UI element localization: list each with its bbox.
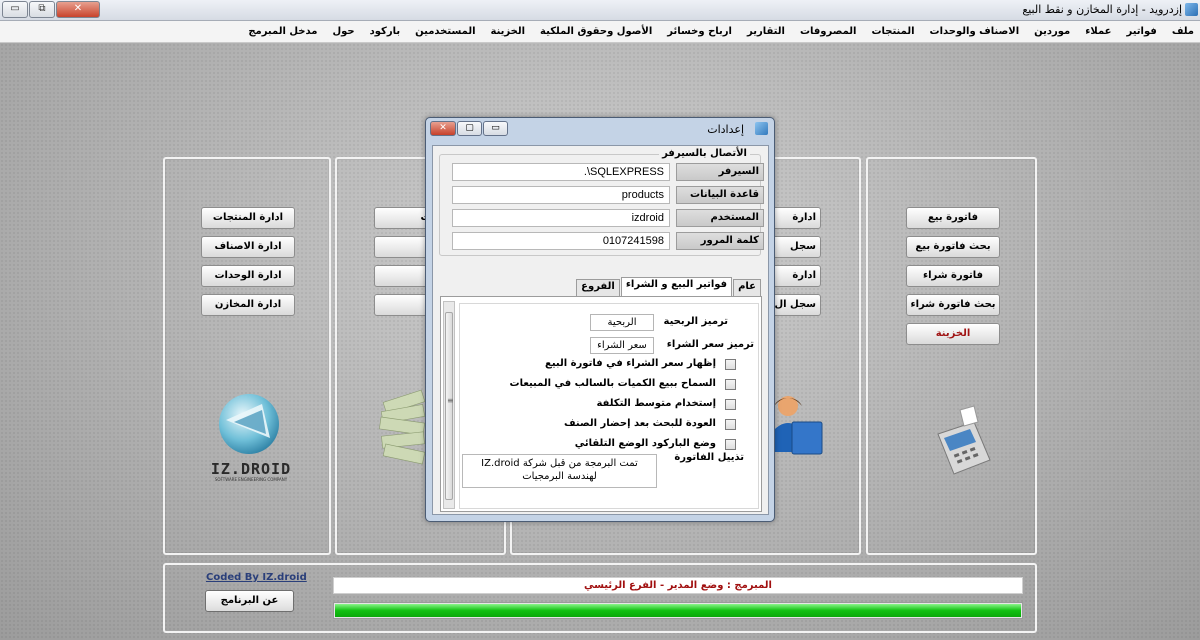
- treasury-button[interactable]: الخزينة: [906, 323, 1000, 345]
- settings-dialog-title-bar: إعدادات ✕ ▢ ▭: [426, 118, 774, 140]
- pos-terminal-icon: [930, 404, 996, 484]
- dialog-maximize-button[interactable]: ▢: [457, 121, 482, 136]
- average-cost-label: إستخدام متوسط التكلفة: [596, 398, 716, 409]
- tab-general[interactable]: عام: [733, 279, 761, 296]
- purchase-price-code-label: ترميز سعر الشراء: [666, 339, 754, 350]
- return-to-search-checkbox[interactable]: [725, 419, 736, 430]
- auto-barcode-label: وضع الباركود الوضع التلقائي: [574, 438, 716, 449]
- settings-dialog-title: إعدادات: [707, 123, 744, 136]
- tab-invoices[interactable]: فواتير البيع و الشراء: [620, 277, 733, 296]
- password-label: كلمة المرور: [676, 232, 764, 250]
- return-to-search-label: العودة للبحث بعد إحضار الصنف: [564, 418, 716, 429]
- settings-dialog-controls: ✕ ▢ ▭: [430, 121, 509, 136]
- menu-barcode[interactable]: باركود: [370, 26, 400, 37]
- menu-categories-units[interactable]: الاصناف والوحدات: [930, 26, 1020, 37]
- progress-fill: [335, 604, 1021, 617]
- settings-tabs: عام فواتير البيع و الشراء الفروع: [575, 277, 761, 296]
- menu-suppliers[interactable]: موردين: [1034, 26, 1070, 37]
- menu-file[interactable]: ملف: [1172, 26, 1194, 37]
- window-title-bar: إزدرويد - إدارة المخازن و نقط البيع ▭ ⧉ …: [0, 0, 1200, 21]
- settings-dialog: إعدادات ✕ ▢ ▭ الأتصال بالسيرفر السيرفر ق…: [425, 117, 775, 522]
- invoice-footer-label: تذييل الفاتورة: [674, 452, 744, 463]
- show-purchase-price-label: إظهار سعر الشراء في فاتورة البيع: [544, 358, 716, 369]
- loading-progress-bar: [333, 602, 1023, 619]
- search-purchase-invoice-button[interactable]: بحث فاتورة شراء: [906, 294, 1000, 316]
- tab-branches[interactable]: الفروع: [576, 279, 620, 296]
- coded-by-link[interactable]: Coded By IZ.droid: [206, 572, 307, 583]
- manage-categories-button[interactable]: ادارة الاصناف: [201, 236, 295, 258]
- menu-developer-entry[interactable]: مدخل المبرمج: [248, 26, 317, 37]
- invoices-tab-page: ≡ ترميز الربحية الربحية ترميز سعر الشراء…: [440, 296, 762, 512]
- allow-negative-qty-label: السماح ببيع الكميات بالسالب في المبيعات: [509, 378, 716, 389]
- menu-invoices[interactable]: فواتير: [1127, 26, 1157, 37]
- invoice-footer-textarea[interactable]: تمت البرمجة من قبل شركة IZ.droid لهندسة …: [462, 454, 657, 488]
- manage-stores-button[interactable]: ادارة المخازن: [201, 294, 295, 316]
- menu-about[interactable]: حول: [332, 26, 354, 37]
- manage-units-button[interactable]: ادارة الوحدات: [201, 265, 295, 287]
- user-status-bar: المبرمج : وضع المدير - الفرع الرئيسي: [333, 577, 1023, 594]
- average-cost-checkbox[interactable]: [725, 399, 736, 410]
- restore-button[interactable]: ⧉: [29, 1, 55, 18]
- dialog-minimize-button[interactable]: ▭: [483, 121, 508, 136]
- scrollbar-thumb[interactable]: ≡: [445, 312, 454, 500]
- menu-treasury[interactable]: الخزينة: [491, 26, 526, 37]
- logo-tagline: SOFTWARE ENGINEERING COMPANY: [214, 477, 288, 482]
- purchase-invoice-button[interactable]: فاتورة شراء: [906, 265, 1000, 287]
- menu-customers[interactable]: عملاء: [1085, 26, 1111, 37]
- password-input[interactable]: [452, 232, 670, 250]
- app-icon: [1185, 3, 1198, 16]
- menu-expenses[interactable]: المصروفات: [800, 26, 857, 37]
- server-connection-group: الأتصال بالسيرفر السيرفر قاعدة البيانات …: [439, 148, 764, 256]
- window-controls: ▭ ⧉ ✕: [2, 1, 101, 18]
- server-label: السيرفر: [676, 163, 764, 181]
- auto-barcode-checkbox[interactable]: [725, 439, 736, 450]
- search-sales-invoice-button[interactable]: بحث فاتورة بيع: [906, 236, 1000, 258]
- database-input[interactable]: [452, 186, 670, 204]
- settings-dialog-icon: [755, 122, 768, 135]
- menu-reports[interactable]: التقارير: [747, 26, 785, 37]
- minimize-button[interactable]: ▭: [2, 1, 28, 18]
- allow-negative-qty-checkbox[interactable]: [725, 379, 736, 390]
- server-input[interactable]: [452, 163, 670, 181]
- window-title: إزدرويد - إدارة المخازن و نقط البيع: [1022, 3, 1182, 16]
- username-label: المستخدم: [676, 209, 764, 227]
- menu-assets-equity[interactable]: الأصول وحقوق الملكية: [540, 26, 652, 37]
- customer-person-icon: [768, 392, 828, 462]
- profit-code-label: ترميز الربحية: [663, 316, 728, 327]
- menu-profit-loss[interactable]: ارباح وخسائر: [667, 26, 732, 37]
- scrollbar-grip-icon: ≡: [447, 396, 454, 405]
- money-stack-icon: [378, 388, 428, 468]
- database-label: قاعدة البيانات: [676, 186, 764, 204]
- about-button[interactable]: عن البرنامج: [205, 590, 294, 612]
- tabpage-scrollbar[interactable]: ≡: [443, 301, 455, 509]
- menu-bar: ملف فواتير عملاء موردين الاصناف والوحدات…: [0, 21, 1200, 43]
- purchase-price-code-input[interactable]: سعر الشراء: [590, 337, 654, 354]
- sales-invoice-button[interactable]: فاتورة بيع: [906, 207, 1000, 229]
- settings-dialog-body: الأتصال بالسيرفر السيرفر قاعدة البيانات …: [432, 145, 769, 515]
- server-connection-legend: الأتصال بالسيرفر: [659, 148, 750, 159]
- invoice-settings-area: ترميز الربحية الربحية ترميز سعر الشراء س…: [459, 303, 759, 509]
- show-purchase-price-checkbox[interactable]: [725, 359, 736, 370]
- menu-products[interactable]: المنتجات: [871, 26, 914, 37]
- dialog-close-button[interactable]: ✕: [430, 121, 456, 136]
- manage-products-button[interactable]: ادارة المنتجات: [201, 207, 295, 229]
- username-input[interactable]: [452, 209, 670, 227]
- logo-brand-text: IZ.DROID: [210, 460, 292, 478]
- menu-users[interactable]: المستخدمين: [415, 26, 475, 37]
- close-button[interactable]: ✕: [56, 1, 100, 18]
- profit-code-input[interactable]: الربحية: [590, 314, 654, 331]
- izdroid-logo: IZ.DROID SOFTWARE ENGINEERING COMPANY: [204, 390, 298, 486]
